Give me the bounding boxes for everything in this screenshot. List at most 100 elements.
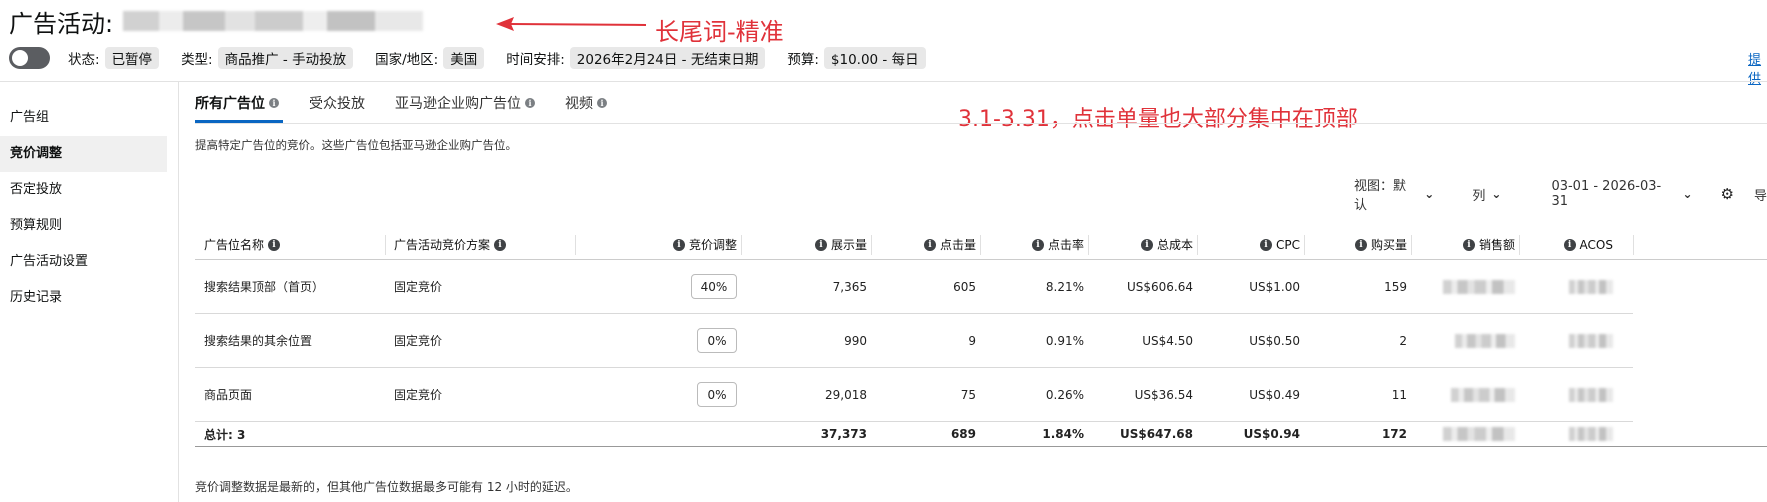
total-clicks: 689 — [950, 427, 976, 441]
acos-redacted — [1569, 333, 1613, 348]
col-orders[interactable]: i 购买量 — [1300, 236, 1407, 253]
campaign-meta: 状态: 已暂停 类型: 商品推广 - 手动投放 国家/地区: 美国 时间安排: 2026… — [9, 47, 948, 69]
total-ctr: 1.84% — [1042, 427, 1084, 441]
col-bidding-strategy[interactable]: 广告活动竞价方案 i — [385, 236, 575, 253]
placement-table: 广告位名称 i 广告活动竞价方案 i i 竞价调整 i 展示量 i 点击量 i 点击率 i总… — [195, 230, 1767, 447]
header-divider — [0, 81, 1767, 82]
column-divider — [1304, 235, 1305, 255]
cost-value: US$4.50 — [1142, 333, 1193, 348]
orders-value: 2 — [1399, 333, 1407, 348]
info-icon: i — [494, 238, 507, 251]
impressions-value: 7,365 — [832, 279, 867, 294]
bidding-strategy: 固定竞价 — [394, 280, 443, 294]
total-orders: 172 — [1381, 427, 1407, 441]
table-row: 搜索结果的其余位置 固定竞价 0% 990 9 0.91% US$4.50 US… — [195, 314, 1633, 368]
table-header: 广告位名称 i 广告活动竞价方案 i i 竞价调整 i 展示量 i 点击量 i 点击率 i总… — [195, 230, 1767, 260]
col-total-cost[interactable]: i 总成本 — [1084, 236, 1193, 253]
col-sales[interactable]: i 销售额 — [1407, 236, 1515, 253]
annotation-title: 长尾词-精准 — [655, 18, 784, 46]
cost-value: US$606.64 — [1126, 279, 1193, 294]
placement-tabs: 所有广告位 i 受众投放 亚马逊企业购广告位 i 视频 i — [195, 90, 637, 124]
sidebar: 广告组 竞价调整 否定投放 预算规则 广告活动设置 历史记录 — [0, 100, 170, 316]
tab-all-placements[interactable]: 所有广告位 i — [195, 90, 283, 124]
column-divider — [1519, 235, 1520, 255]
acos-redacted — [1569, 387, 1613, 402]
placement-name: 搜索结果的其余位置 — [204, 334, 313, 348]
sales-redacted — [1451, 387, 1515, 402]
ctr-value: 0.26% — [1045, 387, 1084, 402]
info-icon: i — [597, 98, 607, 108]
date-range-select[interactable]: 03-01 - 2026-03-31 ⌄ — [1551, 179, 1692, 209]
ctr-value: 8.21% — [1045, 279, 1084, 294]
table-row: 商品页面 固定竞价 0% 29,018 75 0.26% US$36.54 US… — [195, 368, 1633, 422]
page-title: 广告活动: — [9, 9, 114, 38]
clicks-value: 75 — [960, 387, 976, 402]
column-divider — [1088, 235, 1089, 255]
col-impressions[interactable]: i 展示量 — [737, 236, 867, 253]
annotation-arrow — [496, 17, 646, 31]
cost-value: US$36.54 — [1134, 387, 1193, 402]
view-select[interactable]: 视图：默认 ⌄ — [1354, 175, 1434, 213]
tab-audience[interactable]: 受众投放 — [309, 90, 365, 124]
orders-value: 159 — [1384, 279, 1407, 294]
sidebar-item-bid-adjustment[interactable]: 竞价调整 — [0, 136, 167, 172]
col-acos[interactable]: i ACOS — [1515, 238, 1613, 252]
col-ctr[interactable]: i 点击率 — [976, 236, 1084, 253]
col-clicks[interactable]: i 点击量 — [867, 236, 976, 253]
total-impressions: 37,373 — [820, 427, 867, 441]
cpc-value: US$1.00 — [1249, 279, 1300, 294]
chevron-down-icon: ⌄ — [1424, 187, 1435, 201]
campaign-name-redacted — [123, 11, 424, 31]
sidebar-item-history[interactable]: 历史记录 — [0, 280, 170, 316]
sidebar-item-ad-groups[interactable]: 广告组 — [0, 100, 170, 136]
table-row: 搜索结果顶部（首页） 固定竞价 40% 7,365 605 8.21% US$6… — [195, 260, 1633, 314]
bid-adjustment-input[interactable]: 0% — [697, 382, 737, 407]
column-divider — [1197, 235, 1198, 255]
info-icon: i — [672, 238, 685, 251]
placement-name: 商品页面 — [204, 388, 253, 402]
col-bid-adjustment[interactable]: i 竞价调整 — [575, 236, 737, 253]
sidebar-divider — [178, 82, 179, 502]
info-icon: i — [1031, 238, 1044, 251]
campaign-status-toggle[interactable] — [9, 47, 50, 69]
table-controls: 视图：默认 ⌄ 列 ⌄ 03-01 - 2026-03-31 ⌄ ⚙ 导 — [1354, 179, 1767, 213]
info-icon: i — [1140, 238, 1153, 251]
bid-adjustment-input[interactable]: 40% — [691, 274, 737, 299]
meta-schedule: 时间安排: 2026年2月24日 - 无结束日期 — [506, 47, 766, 69]
tab-business-placements[interactable]: 亚马逊企业购广告位 i — [395, 90, 535, 124]
total-label: 总计: 3 — [204, 427, 246, 442]
sidebar-item-campaign-settings[interactable]: 广告活动设置 — [0, 244, 170, 280]
column-divider — [1633, 235, 1634, 255]
column-divider — [385, 235, 386, 255]
info-icon: i — [1462, 238, 1475, 251]
info-icon: i — [1563, 238, 1576, 251]
sidebar-item-negative-targeting[interactable]: 否定投放 — [0, 172, 170, 208]
bidding-strategy: 固定竞价 — [394, 388, 443, 402]
columns-select[interactable]: 列 ⌄ — [1472, 185, 1501, 204]
cpc-value: US$0.50 — [1249, 333, 1300, 348]
campaign-title-row: 广告活动: — [9, 4, 424, 38]
col-placement[interactable]: 广告位名称 i — [195, 236, 385, 253]
data-delay-note: 竞价调整数据是最新的，但其他广告位数据最多可能有 12 小时的延迟。 — [195, 480, 578, 494]
chevron-down-icon: ⌄ — [1491, 187, 1502, 201]
clicks-value: 9 — [968, 333, 976, 348]
total-cpc: US$0.94 — [1243, 427, 1300, 441]
ctr-value: 0.91% — [1045, 333, 1084, 348]
chevron-down-icon: ⌄ — [1682, 187, 1693, 201]
tabs-divider — [195, 123, 1767, 124]
meta-status: 状态: 已暂停 — [68, 47, 160, 69]
export-button[interactable]: 导 — [1754, 185, 1767, 204]
gear-icon[interactable]: ⚙ — [1721, 185, 1734, 203]
info-icon: i — [1260, 238, 1272, 251]
sidebar-item-budget-rules[interactable]: 预算规则 — [0, 208, 170, 244]
tab-video[interactable]: 视频 i — [565, 90, 607, 124]
annotation-note: 3.1-3.31，点击单量也大部分集中在顶部 — [958, 107, 1358, 132]
impressions-value: 29,018 — [825, 387, 867, 402]
column-divider — [1411, 235, 1412, 255]
bid-adjustment-input[interactable]: 0% — [697, 328, 737, 353]
bidding-strategy: 固定竞价 — [394, 334, 443, 348]
sales-redacted — [1443, 427, 1515, 441]
col-cpc[interactable]: i CPC — [1193, 238, 1300, 252]
total-cost: US$647.68 — [1119, 427, 1193, 441]
orders-value: 11 — [1391, 387, 1407, 402]
